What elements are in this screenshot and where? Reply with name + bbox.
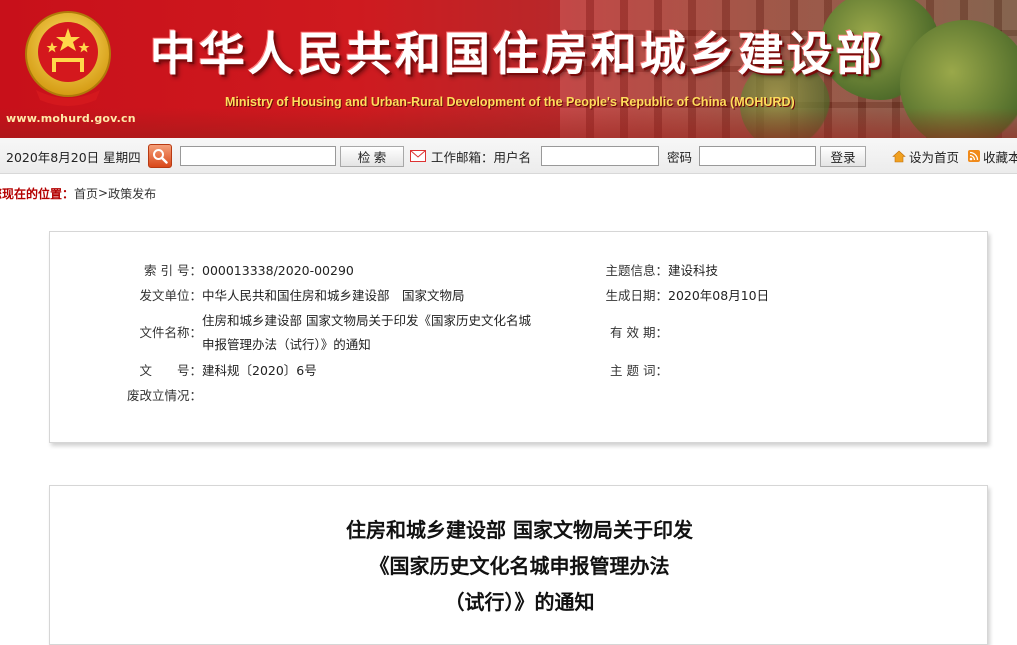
index-label: 索 引 号： [144,263,202,278]
home-icon [892,150,906,162]
breadcrumb-policy-link[interactable]: 政策发布 [108,185,156,202]
status-label: 废改立情况： [126,388,202,403]
status-row: 废改立情况： [120,385,202,407]
favorite-link[interactable]: 收藏本 [968,138,1017,174]
docno-label: 文 号： [139,363,202,378]
filename-value: 住房和城乡建设部 国家文物局关于印发《国家历史文化名城申报管理办法（试行）》的通… [202,313,531,352]
index-value: 000013338/2020-00290 [202,263,354,278]
index-row: 索 引 号：000013338/2020-00290 [130,260,354,282]
issuer-label: 发文单位： [139,288,202,303]
search-button[interactable]: 检 索 [340,146,404,167]
rss-icon [968,150,980,162]
password-input[interactable] [699,146,816,166]
set-homepage-link[interactable]: 设为首页 [892,138,959,174]
date-value: 2020年08月10日 [668,288,770,303]
set-homepage-label: 设为首页 [909,149,960,165]
breadcrumb: 您现在的位置： 首页 > 政策发布 [0,184,156,202]
breadcrumb-separator: > [98,186,109,200]
national-emblem-icon [25,11,111,106]
current-date: 2020年8月20日 星期四 [6,149,141,165]
login-button[interactable]: 登录 [820,146,866,167]
docno-value: 建科规〔2020〕6号 [202,363,317,378]
search-icon-button[interactable] [148,144,172,168]
top-toolbar: 2020年8月20日 星期四 检 索 工作邮箱：用户名 密码 登录 设为首页 收… [0,138,1017,174]
document-title: 住房和城乡建设部 国家文物局关于印发 《国家历史文化名城申报管理办法 （试行）》… [50,512,989,620]
issuer-row: 发文单位：中华人民共和国住房和城乡建设部 国家文物局 [130,285,465,307]
issuer-value: 中华人民共和国住房和城乡建设部 国家文物局 [202,288,465,303]
keywords-row: 主 题 词： [590,360,668,382]
topic-row: 主题信息：建设科技 [590,260,718,282]
date-row: 生成日期：2020年08月10日 [590,285,769,307]
username-input[interactable] [541,146,659,166]
filename-label: 文件名称： [139,325,202,340]
site-url[interactable]: www.mohurd.gov.cn [6,112,136,125]
docno-row: 文 号：建科规〔2020〕6号 [130,360,317,382]
search-input[interactable] [180,146,336,166]
document-title-line-2: 《国家历史文化名城申报管理办法 [369,554,670,578]
mail-icon [410,138,426,174]
validity-label: 有 效 期： [610,325,668,340]
favorite-label: 收藏本 [983,149,1017,165]
document-metadata-panel: 索 引 号：000013338/2020-00290 发文单位：中华人民共和国住… [49,231,988,443]
mail-username-label: 工作邮箱：用户名 [431,149,532,165]
site-subtitle: Ministry of Housing and Urban-Rural Deve… [225,95,795,109]
document-content-panel: 住房和城乡建设部 国家文物局关于印发 《国家历史文化名城申报管理办法 （试行）》… [49,485,988,645]
breadcrumb-home-link[interactable]: 首页 [74,185,98,202]
keywords-label: 主 题 词： [610,363,668,378]
filename-row: 文件名称：住房和城乡建设部 国家文物局关于印发《国家历史文化名城申报管理办法（试… [130,309,532,357]
search-icon [153,149,168,164]
site-title: 中华人民共和国住房和城乡建设部 [150,27,885,81]
breadcrumb-label: 您现在的位置： [0,186,75,201]
document-title-line-1: 住房和城乡建设部 国家文物局关于印发 [346,518,693,542]
date-label: 生成日期： [605,288,668,303]
topic-value: 建设科技 [668,263,719,278]
topic-label: 主题信息： [605,263,668,278]
site-banner: www.mohurd.gov.cn 中华人民共和国住房和城乡建设部 Minist… [0,0,1017,138]
document-title-line-3: （试行）》的通知 [444,590,595,614]
validity-row: 有 效 期： [590,322,668,344]
password-label: 密码 [667,149,693,165]
